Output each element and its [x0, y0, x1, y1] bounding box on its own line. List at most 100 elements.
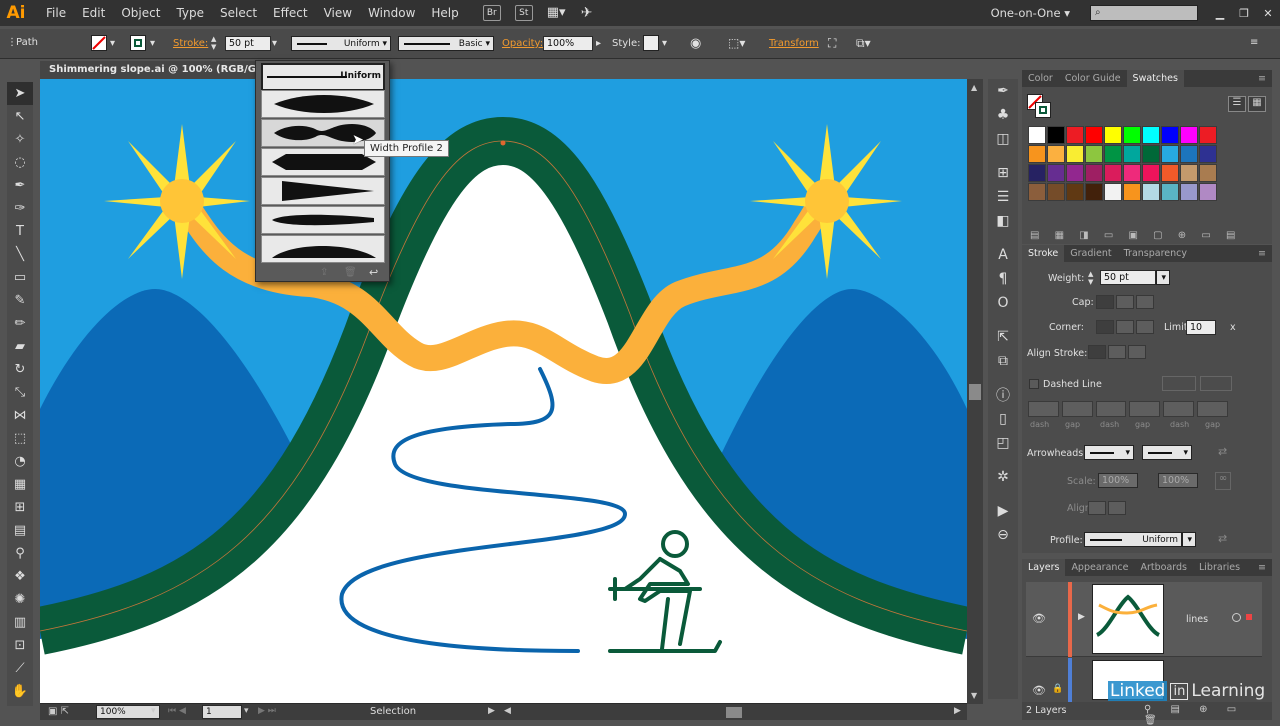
variable-width-profile-dropdown[interactable]: Uniform ▾ — [291, 36, 391, 51]
first-artboard-icon[interactable]: ⏮ ◀ — [168, 706, 186, 716]
swatch-12[interactable] — [1066, 145, 1084, 163]
align-dash-button[interactable] — [1200, 376, 1232, 391]
type-tool-icon[interactable]: T — [7, 220, 33, 243]
artboard-nav-icons[interactable]: ▣ ⇱ — [48, 706, 69, 717]
arrow-align-button-2[interactable] — [1108, 501, 1126, 515]
eyedropper-tool-icon[interactable]: ⚲ — [7, 542, 33, 565]
swatch-0[interactable] — [1028, 126, 1046, 144]
round-cap-button[interactable] — [1116, 295, 1134, 309]
swatch-24[interactable] — [1104, 164, 1122, 182]
align-options-icon[interactable]: ⬚▾ — [728, 36, 745, 50]
list-view-icon[interactable]: ☰ — [1228, 96, 1246, 112]
swatch-29[interactable] — [1199, 164, 1217, 182]
swatch-35[interactable] — [1123, 183, 1141, 201]
close-icon[interactable]: ✕ — [1256, 7, 1280, 20]
swatch-33[interactable] — [1085, 183, 1103, 201]
swatch-37[interactable] — [1161, 183, 1179, 201]
opentype-panel-icon[interactable]: O — [988, 291, 1018, 315]
gap-field-3[interactable] — [1197, 401, 1228, 417]
recolor-artwork-icon[interactable]: ◉ — [690, 36, 701, 51]
symbol-sprayer-tool-icon[interactable]: ✺ — [7, 588, 33, 611]
graphic-style-swatch[interactable] — [643, 35, 659, 51]
scroll-up-icon[interactable]: ▲ — [971, 83, 977, 92]
tab-libraries[interactable]: Libraries — [1193, 559, 1246, 576]
hscroll-left-icon[interactable]: ◀ — [504, 706, 511, 716]
profile-option-5[interactable] — [261, 206, 385, 234]
swatch-7[interactable] — [1161, 126, 1179, 144]
style-dropdown-icon[interactable]: ▾ — [662, 38, 667, 49]
align-center-button[interactable] — [1088, 345, 1106, 359]
symbols-panel-icon[interactable]: ♣ — [988, 103, 1018, 127]
dash-field-3[interactable] — [1163, 401, 1195, 417]
control-menu-icon[interactable]: ≡ — [1250, 37, 1258, 48]
tab-color[interactable]: Color — [1022, 70, 1059, 87]
round-join-button[interactable] — [1116, 320, 1134, 334]
tab-swatches[interactable]: Swatches — [1126, 70, 1184, 87]
swatch-38[interactable] — [1180, 183, 1198, 201]
bridge-button[interactable]: Br — [482, 5, 501, 21]
gradient-tool-icon[interactable]: ▤ — [7, 519, 33, 542]
hand-tool-icon[interactable]: ✋ — [7, 680, 33, 703]
swatch-8[interactable] — [1180, 126, 1198, 144]
swatch-3[interactable] — [1085, 126, 1103, 144]
gpu-performance-icon[interactable]: ✈ — [581, 5, 601, 21]
swatch-grid[interactable] — [1028, 126, 1258, 221]
hscroll-thumb[interactable] — [726, 707, 742, 718]
swatch-39[interactable] — [1199, 183, 1217, 201]
arrange-documents-icon[interactable]: ▦▾ — [547, 5, 573, 21]
align-panel-icon[interactable]: ☰ — [988, 185, 1018, 209]
rectangle-tool-icon[interactable]: ▭ — [7, 266, 33, 289]
pen-tool-icon[interactable]: ✒ — [7, 174, 33, 197]
stroke-weight-field[interactable]: 50 pt — [225, 36, 271, 51]
swatches-panel-menu-icon[interactable]: ≡ — [1252, 70, 1272, 87]
swatch-26[interactable] — [1142, 164, 1160, 182]
hscroll-right-icon[interactable]: ▶ — [954, 706, 961, 716]
workspace-switcher[interactable]: One-on-One ▾ — [983, 0, 1078, 26]
transform-link[interactable]: Transform — [769, 38, 819, 49]
document-info-panel-icon[interactable]: ▯ — [988, 407, 1018, 431]
column-graph-tool-icon[interactable]: ▥ — [7, 611, 33, 634]
free-transform-tool-icon[interactable]: ⬚ — [7, 427, 33, 450]
swatch-1[interactable] — [1047, 126, 1065, 144]
layer-name[interactable]: lines — [1186, 614, 1208, 625]
isolate-icon[interactable]: ⛶ — [828, 36, 836, 51]
slice-tool-icon[interactable]: ⟋ — [7, 657, 33, 680]
menu-object[interactable]: Object — [113, 0, 168, 26]
swatch-21[interactable] — [1047, 164, 1065, 182]
artboard-dropdown-icon[interactable]: ▾ — [244, 706, 249, 716]
menu-view[interactable]: View — [316, 0, 360, 26]
swatch-14[interactable] — [1104, 145, 1122, 163]
preserve-dash-button[interactable] — [1162, 376, 1196, 391]
graphic-styles-panel-icon[interactable]: ◫ — [988, 127, 1018, 151]
profile-option-6[interactable] — [261, 235, 385, 263]
weight-field[interactable]: 50 pt — [1100, 270, 1156, 285]
projecting-cap-button[interactable] — [1136, 295, 1154, 309]
swatch-13[interactable] — [1085, 145, 1103, 163]
limit-field[interactable]: 10 — [1186, 320, 1216, 335]
flip-profile-icon[interactable]: ⇄ — [1218, 532, 1227, 545]
menu-help[interactable]: Help — [423, 0, 466, 26]
menu-type[interactable]: Type — [168, 0, 212, 26]
current-tool-status[interactable]: Selection — [370, 706, 416, 717]
gap-field-1[interactable] — [1061, 401, 1093, 417]
tab-appearance[interactable]: Appearance — [1065, 559, 1134, 576]
stroke-link[interactable]: Stroke: — [173, 38, 208, 49]
fill-dropdown-icon[interactable]: ▾ — [110, 38, 115, 49]
swatch-23[interactable] — [1085, 164, 1103, 182]
reset-profiles-icon[interactable]: ↩ — [369, 266, 378, 279]
last-artboard-icon[interactable]: ▶ ⏭ — [258, 706, 276, 716]
swatch-4[interactable] — [1104, 126, 1122, 144]
scale-tool-icon[interactable]: ⤡ — [7, 381, 33, 404]
minimize-icon[interactable]: ▁ — [1208, 7, 1232, 20]
brushes-panel-icon[interactable]: ✒ — [988, 79, 1018, 103]
vertical-scrollbar[interactable]: ▲ ▼ — [967, 79, 983, 704]
layer-row[interactable]: 👁 ▶ lines — [1026, 582, 1262, 657]
brush-definition-dropdown[interactable]: Basic ▾ — [398, 36, 494, 51]
perspective-grid-tool-icon[interactable]: ▦ — [7, 473, 33, 496]
delete-profile-icon[interactable]: 🗑 — [344, 267, 357, 278]
weight-stepper[interactable]: ▲ ▼ — [1088, 270, 1098, 286]
swatch-10[interactable] — [1028, 145, 1046, 163]
gap-field-2[interactable] — [1129, 401, 1161, 417]
swatch-31[interactable] — [1047, 183, 1065, 201]
fill-none-swatch[interactable] — [91, 35, 107, 51]
